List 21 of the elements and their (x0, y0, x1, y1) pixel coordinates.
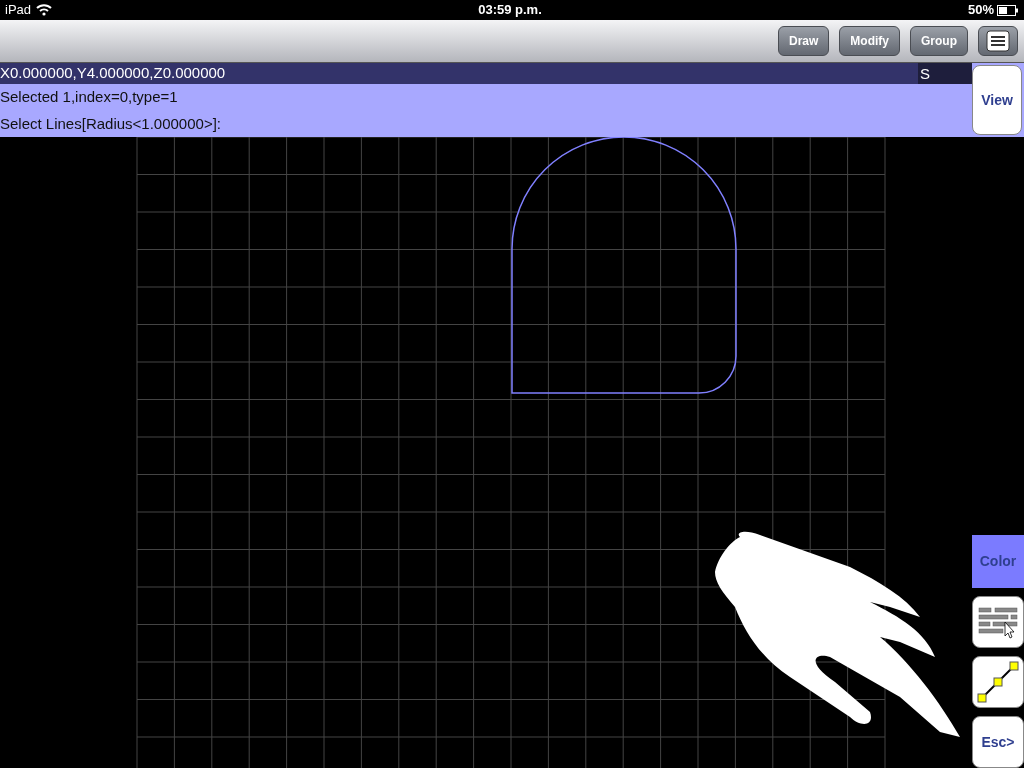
coordinate-readout: X0.000000,Y4.000000,Z0.000000 (0, 63, 227, 84)
line-tool-button[interactable] (972, 656, 1024, 708)
command-message: Select Lines[Radius<1.000000>]: (0, 113, 222, 134)
snap-mode: S (918, 63, 972, 84)
toolbar-button[interactable]: Draw (778, 26, 830, 56)
color-button[interactable]: Color (972, 535, 1024, 588)
battery-percent: 50% (967, 1, 994, 20)
command-message: Selected 1,index=0,type=1 (0, 87, 179, 107)
layers-list-icon (977, 604, 1019, 640)
menu-icon (986, 30, 1010, 52)
escape-button[interactable]: Esc> (972, 716, 1024, 768)
device-name: iPad (5, 1, 32, 20)
view-button[interactable]: View (972, 65, 1022, 135)
toolbar-button[interactable]: Group (910, 26, 968, 56)
clock-time: 03:59 p.m. (478, 1, 542, 20)
toolbar-button[interactable]: Modify (839, 26, 900, 56)
line-segment-icon (976, 660, 1020, 704)
battery-icon (997, 4, 1019, 16)
wifi-icon (36, 4, 53, 16)
menu-button[interactable] (978, 26, 1018, 56)
layers-button[interactable] (972, 596, 1024, 648)
